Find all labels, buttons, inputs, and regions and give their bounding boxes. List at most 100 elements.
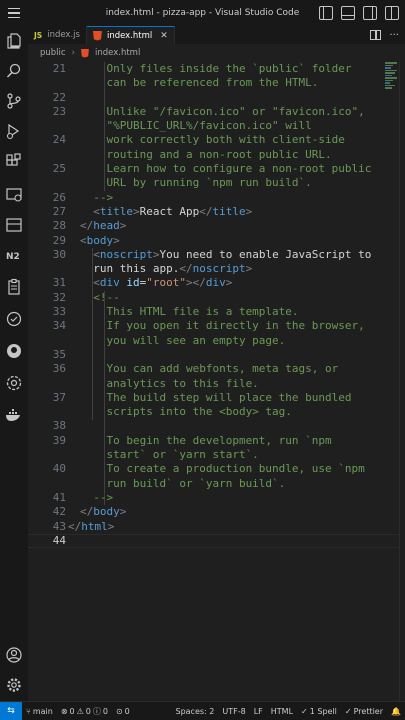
javascript-file-icon: JS xyxy=(34,30,43,40)
code-line: <body> xyxy=(80,233,120,247)
html-file-icon xyxy=(80,48,89,58)
line-number: 0 xyxy=(28,477,66,491)
tab-index-html[interactable]: index.html ✕ xyxy=(86,26,175,44)
line-number: 44 xyxy=(52,533,66,547)
accounts-icon[interactable] xyxy=(5,646,23,664)
line-number: 40 xyxy=(52,462,66,476)
minimap[interactable] xyxy=(385,62,397,98)
encoding-indicator[interactable]: UTF-8 xyxy=(218,707,249,716)
error-count: 0 xyxy=(69,706,75,716)
toggle-panel-icon[interactable] xyxy=(341,6,355,20)
code-content[interactable]: Only files inside the `public` folder ca… xyxy=(68,62,385,548)
code-line: </head> xyxy=(80,219,127,233)
database-icon[interactable] xyxy=(5,216,23,234)
spell-check-indicator[interactable]: ✓ 1 Spell xyxy=(297,707,341,716)
branch-indicator[interactable]: ⑂ main xyxy=(22,707,57,716)
line-number: 0 xyxy=(28,119,66,133)
line-number: 26 xyxy=(52,190,66,204)
remote-explorer-icon[interactable] xyxy=(5,186,23,204)
vertical-scrollbar[interactable] xyxy=(399,62,405,701)
line-number: 33 xyxy=(52,305,66,319)
prettier-indicator[interactable]: ✓ Prettier xyxy=(341,707,387,716)
problems-indicator[interactable]: ⊗ 0 ⚠ 0 ⓘ 0 xyxy=(57,706,112,717)
code-line: <!-- xyxy=(80,290,120,304)
code-line: run build` or `yarn build`. xyxy=(80,476,286,490)
line-number: 36 xyxy=(52,362,66,376)
manage-gear-icon[interactable] xyxy=(5,676,23,694)
code-line: This HTML file is a template. xyxy=(80,305,299,319)
branch-name: main xyxy=(32,706,53,716)
eol-indicator[interactable]: LF xyxy=(250,707,267,716)
n2-extension-icon[interactable]: N2 xyxy=(5,246,23,264)
clipboard-icon[interactable] xyxy=(5,278,23,296)
menu-icon[interactable] xyxy=(0,0,28,26)
toggle-primary-sidebar-icon[interactable] xyxy=(319,6,333,20)
split-editor-icon[interactable] xyxy=(370,30,382,40)
warning-icon: ⚠ xyxy=(76,706,84,716)
line-number: 23 xyxy=(52,104,66,118)
line-number: 0 xyxy=(28,334,66,348)
code-line: you will see an empty page. xyxy=(80,333,286,347)
code-line: --> xyxy=(80,190,114,204)
toggle-secondary-sidebar-icon[interactable] xyxy=(363,6,377,20)
code-line: URL by running `npm run build`. xyxy=(80,176,312,190)
breadcrumb-file[interactable]: index.html xyxy=(95,48,140,58)
run-debug-icon[interactable] xyxy=(5,122,23,140)
line-number: 28 xyxy=(52,219,66,233)
explorer-icon[interactable] xyxy=(5,32,23,50)
code-line: To begin the development, run `npm xyxy=(80,433,332,447)
code-line: The build step will place the bundled xyxy=(80,390,352,404)
code-line: "%PUBLIC_URL%/favicon.ico" will xyxy=(80,119,312,133)
line-number: 0 xyxy=(28,262,66,276)
notifications-bell-icon[interactable]: 🔔 xyxy=(387,707,405,716)
docker-icon[interactable] xyxy=(5,406,23,424)
code-line: If you open it directly in the browser, xyxy=(80,319,365,333)
indentation-indicator[interactable]: Spaces: 2 xyxy=(172,707,219,716)
code-editor[interactable]: 2102223024025026272829300313233340353603… xyxy=(28,62,405,701)
line-number: 35 xyxy=(52,347,66,361)
line-number: 39 xyxy=(52,433,66,447)
line-number: 0 xyxy=(28,448,66,462)
code-line: work correctly both with client-side xyxy=(80,133,345,147)
svg-text:N2: N2 xyxy=(6,252,20,262)
breadcrumb: public › index.html xyxy=(28,44,405,62)
remote-indicator-icon[interactable]: ⇆ xyxy=(0,701,22,720)
line-number: 43 xyxy=(52,519,66,533)
language-mode[interactable]: HTML xyxy=(267,707,297,716)
line-number: 24 xyxy=(52,133,66,147)
html-file-icon xyxy=(92,30,102,41)
source-control-icon[interactable] xyxy=(5,92,23,110)
code-line: can be referenced from the HTML. xyxy=(80,76,319,90)
prettier-label: Prettier xyxy=(353,706,384,716)
more-actions-icon[interactable]: ··· xyxy=(389,30,399,41)
extensions-icon[interactable] xyxy=(5,152,23,170)
line-number: 29 xyxy=(52,233,66,247)
editor-tabs: JS index.js index.html ✕ ··· xyxy=(28,26,405,44)
git-branch-icon: ⑂ xyxy=(26,706,31,716)
code-line: <div id="root"></div> xyxy=(93,276,233,290)
double-check-icon: ✓ xyxy=(344,706,352,716)
github-icon[interactable] xyxy=(5,342,23,360)
customize-layout-icon[interactable] xyxy=(385,6,399,20)
code-line: Learn how to configure a non-root public xyxy=(80,162,372,176)
line-number: 22 xyxy=(52,90,66,104)
code-line: <noscript>You need to enable JavaScript … xyxy=(93,247,372,261)
search-icon[interactable] xyxy=(5,62,23,80)
line-number: 25 xyxy=(52,162,66,176)
info-count: 0 xyxy=(102,706,108,716)
warning-count: 0 xyxy=(85,706,91,716)
code-line: --> xyxy=(80,490,114,504)
openai-icon[interactable] xyxy=(5,374,23,392)
check-icon: ✓ xyxy=(301,706,308,716)
code-line: analytics to this file. xyxy=(80,376,259,390)
testing-icon[interactable] xyxy=(5,310,23,328)
code-line: You can add webfonts, meta tags, or xyxy=(80,362,339,376)
code-line: </body> xyxy=(80,505,127,519)
line-number: 37 xyxy=(52,390,66,404)
tab-index-js[interactable]: JS index.js xyxy=(28,26,87,44)
close-icon[interactable]: ✕ xyxy=(160,31,168,41)
line-number: 41 xyxy=(52,490,66,504)
breadcrumb-folder[interactable]: public xyxy=(40,48,66,58)
ports-indicator[interactable]: ⊙ 0 xyxy=(112,707,134,716)
